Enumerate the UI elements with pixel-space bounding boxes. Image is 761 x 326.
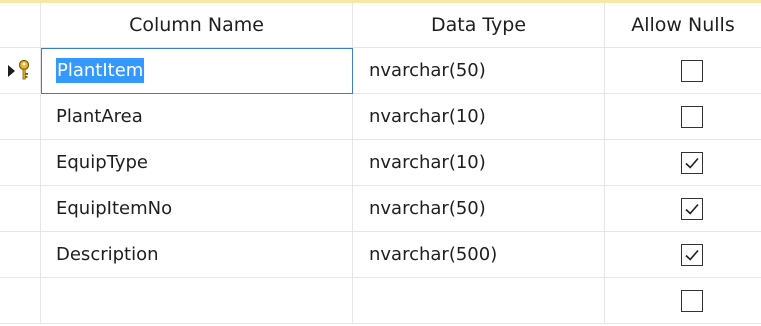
table-row[interactable]: PlantArea nvarchar(10) [0, 94, 761, 140]
allow-nulls-checkbox[interactable] [681, 152, 703, 174]
column-name-cell[interactable]: EquipItemNo [41, 186, 353, 232]
column-name-cell[interactable]: PlantItem [41, 48, 353, 94]
checkmark-icon [685, 157, 699, 169]
table-row[interactable]: EquipItemNo nvarchar(50) [0, 186, 761, 232]
allow-nulls-cell [605, 48, 761, 94]
header-row-selector[interactable] [0, 3, 41, 48]
data-type-cell[interactable]: nvarchar(10) [353, 94, 605, 140]
row-selector[interactable] [0, 48, 41, 94]
allow-nulls-cell [605, 94, 761, 140]
data-type-cell[interactable]: nvarchar(50) [353, 48, 605, 94]
column-name-text: PlantItem [56, 58, 145, 83]
data-type-cell[interactable] [353, 278, 605, 324]
table-row[interactable]: EquipType nvarchar(10) [0, 140, 761, 186]
table-row[interactable] [0, 278, 761, 324]
allow-nulls-cell [605, 232, 761, 278]
checkmark-icon [685, 203, 699, 215]
column-name-cell[interactable]: EquipType [41, 140, 353, 186]
checkmark-icon [685, 249, 699, 261]
row-selector[interactable] [0, 232, 41, 278]
column-name-cell[interactable]: PlantArea [41, 94, 353, 140]
allow-nulls-checkbox[interactable] [681, 60, 703, 82]
data-type-cell[interactable]: nvarchar(500) [353, 232, 605, 278]
allow-nulls-cell [605, 186, 761, 232]
allow-nulls-checkbox[interactable] [681, 244, 703, 266]
row-selector[interactable] [0, 94, 41, 140]
header-data-type[interactable]: Data Type [353, 3, 605, 48]
allow-nulls-checkbox[interactable] [681, 290, 703, 312]
data-type-cell[interactable]: nvarchar(10) [353, 140, 605, 186]
header-column-name[interactable]: Column Name [41, 3, 353, 48]
allow-nulls-cell [605, 140, 761, 186]
column-name-cell[interactable]: Description [41, 232, 353, 278]
table-designer: Column Name Data Type Allow Nulls PlantI… [0, 0, 761, 326]
row-selector[interactable] [0, 186, 41, 232]
arrow-icon [8, 65, 15, 77]
allow-nulls-cell [605, 278, 761, 324]
table-row[interactable]: Description nvarchar(500) [0, 232, 761, 278]
data-type-cell[interactable]: nvarchar(50) [353, 186, 605, 232]
table-row[interactable]: PlantItem nvarchar(50) [0, 48, 761, 94]
row-selector[interactable] [0, 278, 41, 324]
header-allow-nulls[interactable]: Allow Nulls [605, 3, 761, 48]
allow-nulls-checkbox[interactable] [681, 198, 703, 220]
column-name-cell[interactable] [41, 278, 353, 324]
row-selector[interactable] [0, 140, 41, 186]
key-icon [18, 59, 30, 80]
allow-nulls-checkbox[interactable] [681, 106, 703, 128]
